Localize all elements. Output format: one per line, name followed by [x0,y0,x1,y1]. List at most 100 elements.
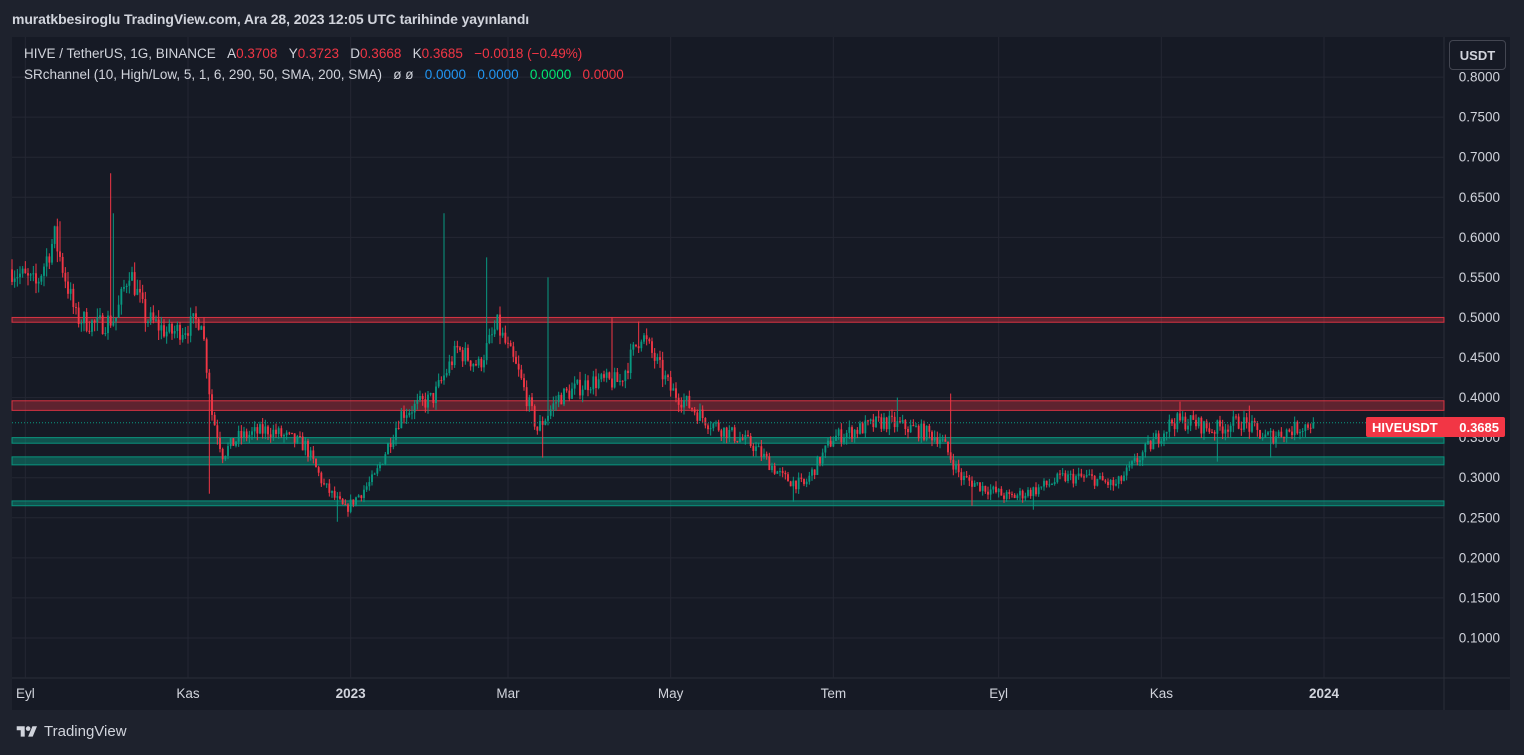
candle-body [624,370,627,382]
candle-body [1085,475,1088,477]
candle-body [173,330,176,334]
candle-body [133,272,136,295]
candle-body [11,269,13,282]
candle-body [357,495,360,498]
indicator-value-2: 0.0000 [477,67,519,82]
candle-body [56,226,59,252]
candle-body [501,332,504,336]
candle-body [885,417,888,430]
candle-body [275,429,277,434]
candle-body [747,434,749,437]
candle-body [1240,428,1243,430]
candle-body [157,319,160,331]
candle-body [611,378,613,388]
candle-body [1272,431,1275,443]
candle-body [576,379,579,384]
price-tick-label: 0.6000 [1459,230,1500,245]
candle-body [53,226,56,244]
candle-body [323,483,325,485]
candle-body [1189,415,1192,426]
candle-body [1107,481,1109,486]
candle-body [989,489,992,495]
candle-body [797,477,800,490]
candle-body [880,417,883,429]
candle-body [331,490,333,493]
candle-body [995,486,997,493]
candle-body [403,411,405,418]
candle-body [723,427,725,437]
candle-body [1069,473,1072,475]
candle-body [579,379,581,396]
candle-body [413,403,416,413]
candle-body [835,435,837,441]
candle-body [187,333,189,336]
candle-body [155,319,157,321]
candle-body [1147,440,1149,444]
candle-body [640,341,643,349]
candle-body [291,432,293,434]
candle-body [448,361,451,374]
candle-body [360,495,363,499]
candle-body [21,268,24,274]
candle-body [597,379,600,389]
candle-body [1000,488,1003,496]
candle-body [672,388,675,391]
candle-body [453,345,456,366]
candle-body [205,339,208,373]
candle-body [1056,473,1059,483]
candle-body [333,490,336,498]
candle-body [528,397,531,407]
candle-body [1267,432,1269,435]
candle-body [1128,465,1131,468]
candle-body [757,446,760,448]
candle-body [931,431,933,441]
candle-body [427,394,429,408]
candle-body [923,423,925,440]
candle-body [464,347,467,362]
legend-close-label: K [412,46,422,61]
candle-body [99,315,101,317]
candle-body [192,313,195,317]
candle-body [405,415,408,418]
footer-brand[interactable]: TradingView [14,723,127,740]
candle-body [45,256,48,267]
candle-body [392,440,395,448]
legend-low-value: 0.3668 [360,46,402,61]
candle-body [648,339,651,342]
candle-body [928,425,931,432]
candle-body [347,504,349,512]
candle-body [272,429,275,438]
candle-body [349,499,352,512]
price-tick-label: 0.5500 [1459,270,1500,285]
candle-body [387,443,389,455]
candle-body [965,476,968,478]
candle-body [240,430,243,438]
candle-body [1005,492,1008,499]
candle-body [837,429,840,436]
candle-body [1224,429,1227,434]
candle-body [1024,495,1027,499]
candle-body [845,432,848,438]
candle-body [653,352,656,361]
candle-body [819,457,821,464]
candle-body [117,304,120,318]
candle-body [1045,480,1048,485]
candle-body [277,428,280,434]
candle-body [1259,429,1261,439]
price-chart[interactable]: 0.8000 0.7500 0.7000 0.6500 0.6000 0.5500 0.50… [0,0,1524,755]
candle-body [968,477,971,481]
candle-body [568,390,571,399]
candle-body [963,476,965,481]
currency-button[interactable]: USDT [1449,40,1506,70]
candle-body [365,486,368,490]
candle-body [48,256,51,263]
candle-body [408,412,411,416]
candle-body [1093,475,1096,486]
candle-body [632,344,635,350]
candle-body [1141,452,1144,461]
candle-body [27,273,29,276]
candle-body [285,432,288,436]
candle-body [1104,480,1107,482]
candle-body [488,334,491,344]
candle-body [1312,422,1315,429]
